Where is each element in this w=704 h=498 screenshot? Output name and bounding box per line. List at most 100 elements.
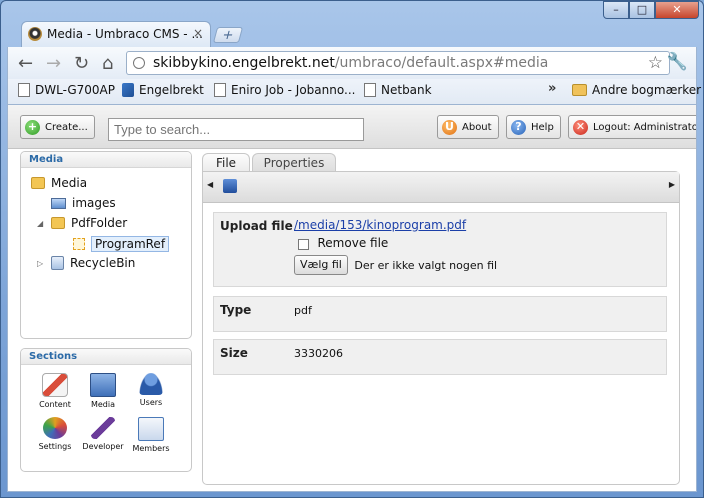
other-bookmarks[interactable]: Andre bogmærker [572, 83, 701, 97]
section-developer[interactable]: Developer [77, 417, 129, 451]
section-label: Members [132, 444, 170, 453]
section-label: Developer [82, 442, 124, 451]
no-file-text: Der er ikke valgt nogen fil [354, 258, 498, 272]
close-window-button[interactable]: ✕ [655, 1, 699, 19]
reload-icon[interactable]: ↻ [74, 53, 89, 74]
tree-item-label: ProgramRef [91, 236, 170, 252]
umbraco-favicon-icon [28, 27, 42, 41]
expanded-triangle-icon[interactable]: ◢ [37, 219, 45, 228]
tree-item-programref[interactable]: ProgramRef [73, 236, 170, 252]
bookmarks-overflow-button[interactable]: » [548, 81, 556, 96]
folder-icon [51, 217, 65, 229]
type-label: Type [220, 303, 252, 317]
section-users[interactable]: Users [125, 373, 177, 407]
remove-row: Remove file [298, 236, 388, 250]
bookmark-item[interactable]: DWL-G700AP [18, 83, 115, 97]
bookmark-star-icon[interactable]: ☆ [648, 53, 663, 73]
sections-panel: Sections Content Media Users Settings De… [20, 348, 192, 472]
tree-item-label: images [72, 196, 116, 210]
bookmark-item[interactable]: Netbank [364, 83, 432, 97]
tree-item-pdffolder[interactable]: ◢ PdfFolder [37, 216, 127, 230]
folder-icon [31, 177, 45, 189]
upload-property: Upload file /media/153/kinoprogram.pdf R… [213, 212, 667, 287]
scroll-left-icon[interactable]: ◀ [207, 180, 213, 189]
browser-tab[interactable]: Media - Umbraco CMS - ... × [21, 21, 211, 47]
back-arrow-icon[interactable]: ← [18, 53, 33, 74]
media-tree-panel: Media Media images ◢ PdfFolder ProgramRe… [20, 151, 192, 339]
remove-checkbox[interactable] [298, 238, 309, 250]
section-label: Media [90, 400, 116, 409]
tab-file[interactable]: File [202, 153, 250, 173]
new-tab-button[interactable]: + [212, 27, 244, 43]
tree-item-recyclebin[interactable]: ▷ RecycleBin [37, 256, 135, 270]
bookmark-label: Engelbrekt [139, 83, 204, 97]
recycle-bin-icon [51, 256, 64, 270]
logout-icon: ✕ [573, 119, 588, 135]
tree-item-media[interactable]: Media [31, 176, 87, 190]
create-label: Create... [45, 121, 88, 133]
media-icon [90, 373, 116, 397]
type-property: Type pdf [213, 296, 667, 332]
tab-close-icon[interactable]: × [193, 26, 203, 40]
section-members[interactable]: Members [125, 417, 177, 453]
help-icon: ? [511, 119, 526, 135]
users-icon [139, 373, 163, 395]
remove-label: Remove file [317, 236, 389, 250]
upload-label: Upload file [220, 219, 293, 233]
tab-properties[interactable]: Properties [252, 153, 336, 173]
content-icon [42, 373, 68, 397]
umbraco-top-bar: + Create... U About ? Help ✕ Logout: Adm… [8, 105, 696, 149]
folder-icon [572, 84, 587, 96]
about-label: About [462, 121, 492, 133]
choose-file-button[interactable]: Vælg fil [294, 255, 348, 275]
file-link[interactable]: /media/153/kinoprogram.pdf [294, 218, 466, 232]
site-icon [122, 83, 134, 97]
image-icon [51, 197, 66, 209]
help-button[interactable]: ? Help [506, 115, 561, 139]
section-content[interactable]: Content [29, 373, 81, 409]
scroll-right-icon[interactable]: ▶ [669, 180, 675, 189]
bookmark-item[interactable]: Eniro Job - Jobanno... [214, 83, 355, 97]
address-bar[interactable]: skibbykino.engelbrekt.net/umbraco/defaul… [126, 51, 670, 75]
page-icon [18, 83, 30, 97]
document-icon [73, 238, 85, 250]
logout-button[interactable]: ✕ Logout: Administrator [568, 115, 696, 139]
bookmark-label: Netbank [381, 83, 432, 97]
page-content: + Create... U About ? Help ✕ Logout: Adm… [7, 105, 697, 492]
wrench-menu-icon[interactable]: 🔧 [667, 52, 688, 72]
settings-icon [43, 417, 67, 439]
maximize-button[interactable]: □ [629, 1, 655, 19]
about-button[interactable]: U About [437, 115, 499, 139]
type-value: pdf [294, 304, 312, 317]
umbraco-logo-icon: U [442, 119, 457, 135]
create-button[interactable]: + Create... [20, 115, 95, 139]
size-value: 3330206 [294, 347, 343, 360]
bookmark-label: Eniro Job - Jobanno... [231, 83, 356, 97]
collapsed-triangle-icon[interactable]: ▷ [37, 259, 45, 268]
window-controls: – □ ✕ [603, 1, 699, 19]
tree-item-images[interactable]: images [51, 196, 116, 210]
minimize-button[interactable]: – [603, 1, 629, 19]
browser-window: – □ ✕ Media - Umbraco CMS - ... × + ← → … [0, 0, 704, 498]
tree-item-label: Media [51, 176, 88, 190]
other-bookmarks-label: Andre bogmærker [592, 83, 702, 97]
bookmark-item[interactable]: Engelbrekt [122, 83, 204, 97]
bookmarks-bar: DWL-G700AP Engelbrekt Eniro Job - Jobann… [7, 79, 701, 105]
section-label: Settings [38, 442, 72, 451]
section-media[interactable]: Media [77, 373, 129, 409]
tree-item-label: RecycleBin [70, 256, 136, 270]
bookmark-label: DWL-G700AP [35, 83, 115, 97]
section-settings[interactable]: Settings [29, 417, 81, 451]
forward-arrow-icon[interactable]: → [46, 53, 61, 74]
search-input[interactable] [108, 118, 364, 141]
tree-header: Media [21, 152, 191, 168]
home-icon[interactable]: ⌂ [102, 53, 113, 74]
url-path: /umbraco/default.aspx#media [334, 55, 549, 71]
help-label: Help [531, 121, 554, 133]
section-label: Content [39, 400, 71, 409]
editor-panel: ◀ ▶ Upload file /media/153/kinoprogram.p… [202, 171, 680, 485]
page-icon [133, 57, 145, 69]
save-icon[interactable] [223, 179, 237, 193]
tree-item-label: PdfFolder [71, 216, 128, 230]
choose-file-row: Vælg fil Der er ikke valgt nogen fil [294, 255, 497, 275]
